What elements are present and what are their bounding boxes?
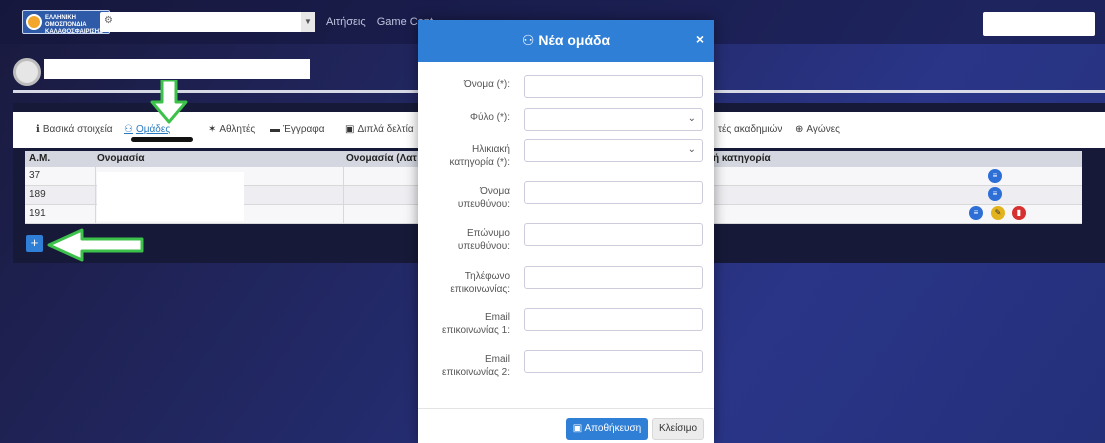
column-separator — [95, 167, 96, 224]
field-label-gender: Φύλο (*): — [470, 112, 510, 123]
modal-footer-divider — [418, 408, 714, 409]
modal-title-text: Νέα ομάδα — [538, 32, 611, 48]
column-separator — [343, 167, 344, 224]
details-button[interactable]: ≡ — [988, 187, 1002, 201]
modal-title: ⚇ Νέα ομάδα — [418, 32, 714, 49]
plus-icon: + — [30, 235, 39, 250]
details-button[interactable]: ≡ — [988, 169, 1002, 183]
column-header-name-latin: Ονομασία (Λατ — [346, 153, 417, 164]
save-button[interactable]: ▣ Αποθήκευση — [566, 418, 648, 440]
column-header-category: ή κατηγορία — [713, 153, 771, 164]
field-label-name: Όνομα (*): — [464, 79, 510, 90]
edit-icon: ✎ — [994, 208, 1002, 217]
nav-link-applications[interactable]: Αιτήσεις — [326, 16, 366, 28]
basketball-icon: ⚙ — [104, 15, 113, 26]
chevron-down-icon: ⌄ — [687, 113, 696, 124]
team-names-redacted — [97, 172, 244, 221]
down-arrow-annotation-icon — [150, 80, 188, 124]
team-name-input[interactable] — [524, 75, 703, 98]
tab-label: Ομάδες — [135, 124, 171, 135]
users-icon: ⚇ — [124, 124, 133, 135]
row-am: 37 — [29, 170, 41, 181]
trash-icon: ▮ — [1016, 208, 1022, 217]
tab-label: Έγγραφα — [283, 124, 325, 135]
row-am: 189 — [29, 189, 46, 200]
active-tab-underline — [131, 137, 193, 142]
manager-last-name-input[interactable] — [524, 223, 703, 246]
tab-basic-info[interactable]: ℹ Βασικά στοιχεία — [36, 124, 113, 135]
close-button[interactable]: Κλείσιμο — [652, 418, 704, 440]
federation-logo[interactable]: ΕΛΛΗΝΙΚΗ ΟΜΟΣΠΟΝΔΙΑ ΚΑΛΑΘΟΣΦΑΙΡΙΣΗΣ — [22, 10, 110, 35]
tab-teams[interactable]: ⚇ Ομάδες — [124, 124, 170, 135]
row-am: 191 — [29, 208, 46, 219]
age-category-select[interactable]: ⌄ — [524, 139, 703, 162]
tab-label: Αγώνες — [806, 124, 840, 135]
chevron-down-icon: ▼ — [301, 12, 315, 32]
basketball-icon: ⊕ — [795, 124, 804, 135]
contact-email-2-input[interactable] — [524, 350, 703, 373]
new-team-modal: ⚇ Νέα ομάδα × Όνομα (*): Φύλο (*): ⌄ Ηλικ… — [418, 20, 714, 443]
id-card-icon: ▣ — [345, 124, 355, 135]
field-label-age-category: Ηλικιακή κατηγορία (*): — [449, 144, 510, 168]
tab-academies[interactable]: τές ακαδημιών — [718, 124, 782, 135]
club-avatar — [13, 58, 41, 86]
tab-double-cards[interactable]: ▣ Διπλά δελτία — [345, 124, 414, 135]
club-select[interactable]: ⚙ ▼ — [100, 12, 315, 32]
users-icon: ⚇ — [521, 32, 535, 48]
close-icon[interactable]: × — [696, 31, 704, 47]
tab-matches[interactable]: ⊕ Αγώνες — [795, 124, 840, 135]
field-label-manager-first-name: Όνομα υπευθύνου: — [457, 186, 510, 210]
tab-label: τές ακαδημιών — [718, 124, 783, 135]
manager-first-name-input[interactable] — [524, 181, 703, 204]
list-icon: ≡ — [992, 171, 998, 180]
tab-label: Αθλητές — [219, 124, 256, 135]
tab-documents[interactable]: ▬ Έγγραφα — [270, 124, 325, 135]
delete-button[interactable]: ▮ — [1012, 206, 1026, 220]
modal-header: ⚇ Νέα ομάδα × — [418, 20, 714, 62]
chevron-down-icon: ⌄ — [687, 144, 696, 155]
folder-icon: ▬ — [270, 124, 280, 135]
logo-text: ΕΛΛΗΝΙΚΗ ΟΜΟΣΠΟΝΔΙΑ ΚΑΛΑΘΟΣΦΑΙΡΙΣΗΣ — [45, 15, 103, 35]
column-header-name: Ονομασία — [97, 153, 145, 164]
tab-label: Βασικά στοιχεία — [42, 124, 113, 135]
contact-phone-input[interactable] — [524, 266, 703, 289]
save-button-label: Αποθήκευση — [584, 423, 642, 434]
save-icon: ▣ — [572, 423, 583, 434]
left-arrow-annotation-icon — [47, 228, 144, 262]
list-icon: ≡ — [973, 208, 979, 217]
column-header-am: Α.Μ. — [29, 153, 51, 164]
add-team-button[interactable]: + — [26, 235, 43, 252]
runner-icon: ✶ — [208, 124, 217, 135]
gender-select[interactable]: ⌄ — [524, 108, 703, 131]
edit-button[interactable]: ✎ — [991, 206, 1005, 220]
field-label-phone: Τηλέφωνο επικοινωνίας: — [450, 271, 510, 295]
club-name-redacted — [44, 59, 310, 79]
field-label-manager-last-name: Επώνυμο υπευθύνου: — [457, 228, 510, 252]
list-icon: ≡ — [992, 189, 998, 198]
field-label-email-2: Email επικοινωνίας 2: — [442, 354, 510, 378]
user-menu[interactable] — [983, 12, 1095, 36]
details-button[interactable]: ≡ — [969, 206, 983, 220]
info-circle-icon: ℹ — [36, 124, 40, 135]
tab-label: Διπλά δελτία — [357, 124, 414, 135]
tab-athletes[interactable]: ✶ Αθλητές — [208, 124, 255, 135]
contact-email-1-input[interactable] — [524, 308, 703, 331]
federation-emblem-icon — [26, 14, 42, 30]
field-label-email-1: Email επικοινωνίας 1: — [442, 312, 510, 336]
